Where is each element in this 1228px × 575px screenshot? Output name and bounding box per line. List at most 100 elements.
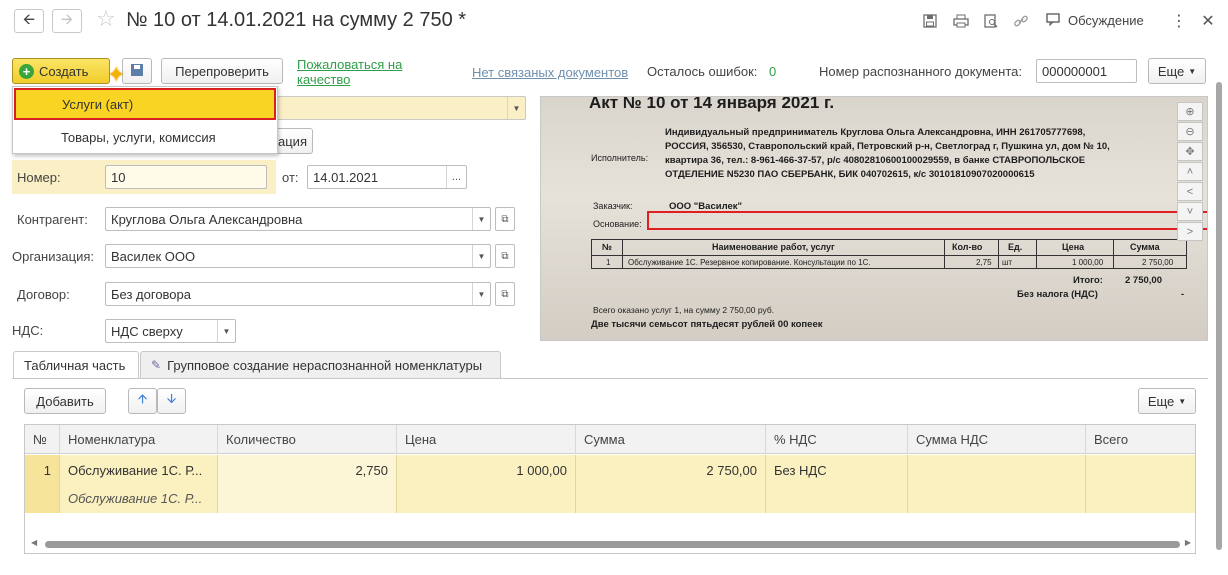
contract-select[interactable]: Без договора ▼ <box>105 282 491 306</box>
more-vertical-icon[interactable]: ⋮ <box>1170 12 1188 30</box>
counterparty-label: Контрагент: <box>17 212 88 227</box>
scan-executor-line: ОТДЕЛЕНИЕ N5230 ПАО СБЕРБАНК, БИК 040702… <box>665 169 1035 180</box>
open-organization-icon[interactable]: ⧉ <box>495 244 515 268</box>
horizontal-scrollbar[interactable]: ◀ ▶ <box>31 538 1191 548</box>
organization-label: Организация: <box>12 249 95 264</box>
scroll-right-icon[interactable]: ˃ <box>1177 222 1203 241</box>
save-doc-button[interactable] <box>122 58 152 84</box>
column-header-number[interactable]: № <box>25 425 60 454</box>
scan-executor-line: квартира 36, тел.: 8-961-466-37-57, р/с … <box>665 155 1086 166</box>
back-button[interactable]: 🡨 <box>14 9 44 33</box>
open-counterparty-icon[interactable]: ⧉ <box>495 207 515 231</box>
column-header-nomenclature[interactable]: Номенклатура <box>60 425 218 454</box>
scroll-right-arrow-icon[interactable]: ▶ <box>1185 538 1191 547</box>
scroll-left-icon[interactable]: ˂ <box>1177 182 1203 201</box>
zoom-in-icon[interactable]: ⊕ <box>1177 102 1203 121</box>
discussion-label: Обсуждение <box>1068 13 1144 28</box>
save-icon[interactable] <box>921 12 939 30</box>
quantity-cell[interactable]: 2,750 <box>218 455 397 513</box>
link-icon[interactable] <box>1012 12 1030 30</box>
scan-amount-words: Две тысячи семьсот пятьдесят рублей 00 к… <box>591 319 823 330</box>
recheck-button[interactable]: Перепроверить <box>161 58 283 84</box>
errors-left-label: Осталось ошибок: <box>647 64 758 79</box>
complain-link[interactable]: Пожаловаться на качество <box>297 57 423 87</box>
scroll-down-icon[interactable]: ˅ <box>1177 202 1203 221</box>
move-down-button[interactable]: 🡫 <box>157 388 186 414</box>
more-button-label: Еще <box>1157 63 1185 79</box>
create-menu: Услуги (акт) Товары, услуги, комиссия <box>12 86 278 154</box>
vat-select[interactable]: НДС сверху ▼ <box>105 319 236 343</box>
vat-label: НДС: <box>12 323 44 338</box>
errors-left-value: 0 <box>769 64 777 79</box>
scroll-up-icon[interactable]: ˄ <box>1177 162 1203 181</box>
scan-basis-label: Основание: <box>593 219 642 229</box>
total-cell[interactable] <box>1086 455 1195 513</box>
arrow-right-icon: 🡪 <box>60 10 74 28</box>
arrow-down-icon: 🡫 <box>166 391 177 406</box>
scan-table: № Наименование работ, услуг Кол-во Ед. Ц… <box>591 239 1187 269</box>
scan-executor-line: РОССИЯ, 356530, Ставропольский край, Пет… <box>665 141 1110 152</box>
more-button[interactable]: Еще ▼ <box>1148 58 1206 84</box>
counterparty-select[interactable]: Круглова Ольга Александровна ▼ <box>105 207 491 231</box>
vat-sum-cell[interactable] <box>908 455 1086 513</box>
operation-type-select[interactable]: ▼ <box>276 96 526 120</box>
favorite-star-icon[interactable]: ☆ <box>96 8 116 30</box>
scan-executor-line: Индивидуальный предприниматель Круглова … <box>665 127 1086 138</box>
discussion-button[interactable]: Обсуждение <box>1046 12 1144 29</box>
vat-rate-cell[interactable]: Без НДС <box>766 455 908 513</box>
date-input[interactable]: 14.01.2021 ... <box>307 165 467 189</box>
items-table: № Номенклатура Количество Цена Сумма % Н… <box>24 424 1196 554</box>
window-title: № 10 от 14.01.2021 на сумму 2 750 * <box>126 9 467 31</box>
column-header-total[interactable]: Всего <box>1086 425 1195 454</box>
scroll-left-arrow-icon[interactable]: ◀ <box>31 538 37 547</box>
scan-total-value: 2 750,00 <box>1125 275 1162 286</box>
menu-item-services-act[interactable]: Услуги (акт) <box>14 88 276 120</box>
organization-select[interactable]: Василек ООО ▼ <box>105 244 491 268</box>
create-button[interactable]: + Создать <box>12 58 110 84</box>
add-row-button[interactable]: Добавить <box>24 388 106 414</box>
zoom-out-icon[interactable]: ⊖ <box>1177 122 1203 141</box>
wand-icon: ✎ <box>151 358 162 372</box>
chevron-down-icon: ▼ <box>472 283 490 305</box>
column-header-vat-sum[interactable]: Сумма НДС <box>908 425 1086 454</box>
forward-button[interactable]: 🡪 <box>52 9 82 33</box>
page-vertical-scrollbar[interactable] <box>1216 82 1222 550</box>
tab-divider <box>12 378 1208 379</box>
move-up-button[interactable]: 🡩 <box>128 388 157 414</box>
open-contract-icon[interactable]: ⧉ <box>495 282 515 306</box>
recognition-highlight-box <box>647 211 1207 230</box>
column-header-vat-rate[interactable]: % НДС <box>766 425 908 454</box>
price-cell[interactable]: 1 000,00 <box>397 455 576 513</box>
mouse-cursor-icon: ✦ <box>107 62 126 87</box>
plus-icon: + <box>19 63 34 79</box>
table-more-button[interactable]: Еще ▼ <box>1138 388 1196 414</box>
date-label: от: <box>282 170 299 185</box>
contract-label: Договор: <box>17 287 70 302</box>
column-header-sum[interactable]: Сумма <box>576 425 766 454</box>
tab-group-creation[interactable]: ✎ Групповое создание нераспознанной номе… <box>140 351 501 378</box>
scrollbar-thumb[interactable] <box>45 541 1180 548</box>
column-header-quantity[interactable]: Количество <box>218 425 397 454</box>
hidden-action-button[interactable]: ация <box>272 128 313 154</box>
recognized-doc-number-label: Номер распознанного документа: <box>819 64 1022 79</box>
calendar-picker-icon[interactable]: ... <box>446 166 466 188</box>
print-icon[interactable] <box>952 12 970 30</box>
chat-icon <box>1046 12 1062 29</box>
fit-image-icon[interactable]: ✥ <box>1177 142 1203 161</box>
recognized-doc-number-input[interactable]: 000000001 <box>1036 59 1137 83</box>
row-number-cell[interactable]: 1 <box>25 455 60 513</box>
nomenclature-cell[interactable]: Обслуживание 1С. Р... Обслуживание 1С. Р… <box>60 455 218 513</box>
sum-cell[interactable]: 2 750,00 <box>576 455 766 513</box>
column-header-price[interactable]: Цена <box>397 425 576 454</box>
menu-item-goods-services-commission[interactable]: Товары, услуги, комиссия <box>13 121 277 153</box>
arrow-up-icon: 🡩 <box>137 391 148 406</box>
preview-icon[interactable] <box>982 12 1000 30</box>
close-icon[interactable]: ✕ <box>1199 12 1217 30</box>
floppy-icon <box>130 63 144 80</box>
tab-table-part[interactable]: Табличная часть <box>13 351 139 379</box>
no-linked-docs-link[interactable]: Нет связаных документов <box>472 65 628 80</box>
chevron-down-icon: ▼ <box>472 208 490 230</box>
scan-total-label: Итого: <box>1073 275 1103 286</box>
number-input[interactable]: 10 <box>105 165 267 189</box>
chevron-down-icon: ▼ <box>217 320 235 342</box>
